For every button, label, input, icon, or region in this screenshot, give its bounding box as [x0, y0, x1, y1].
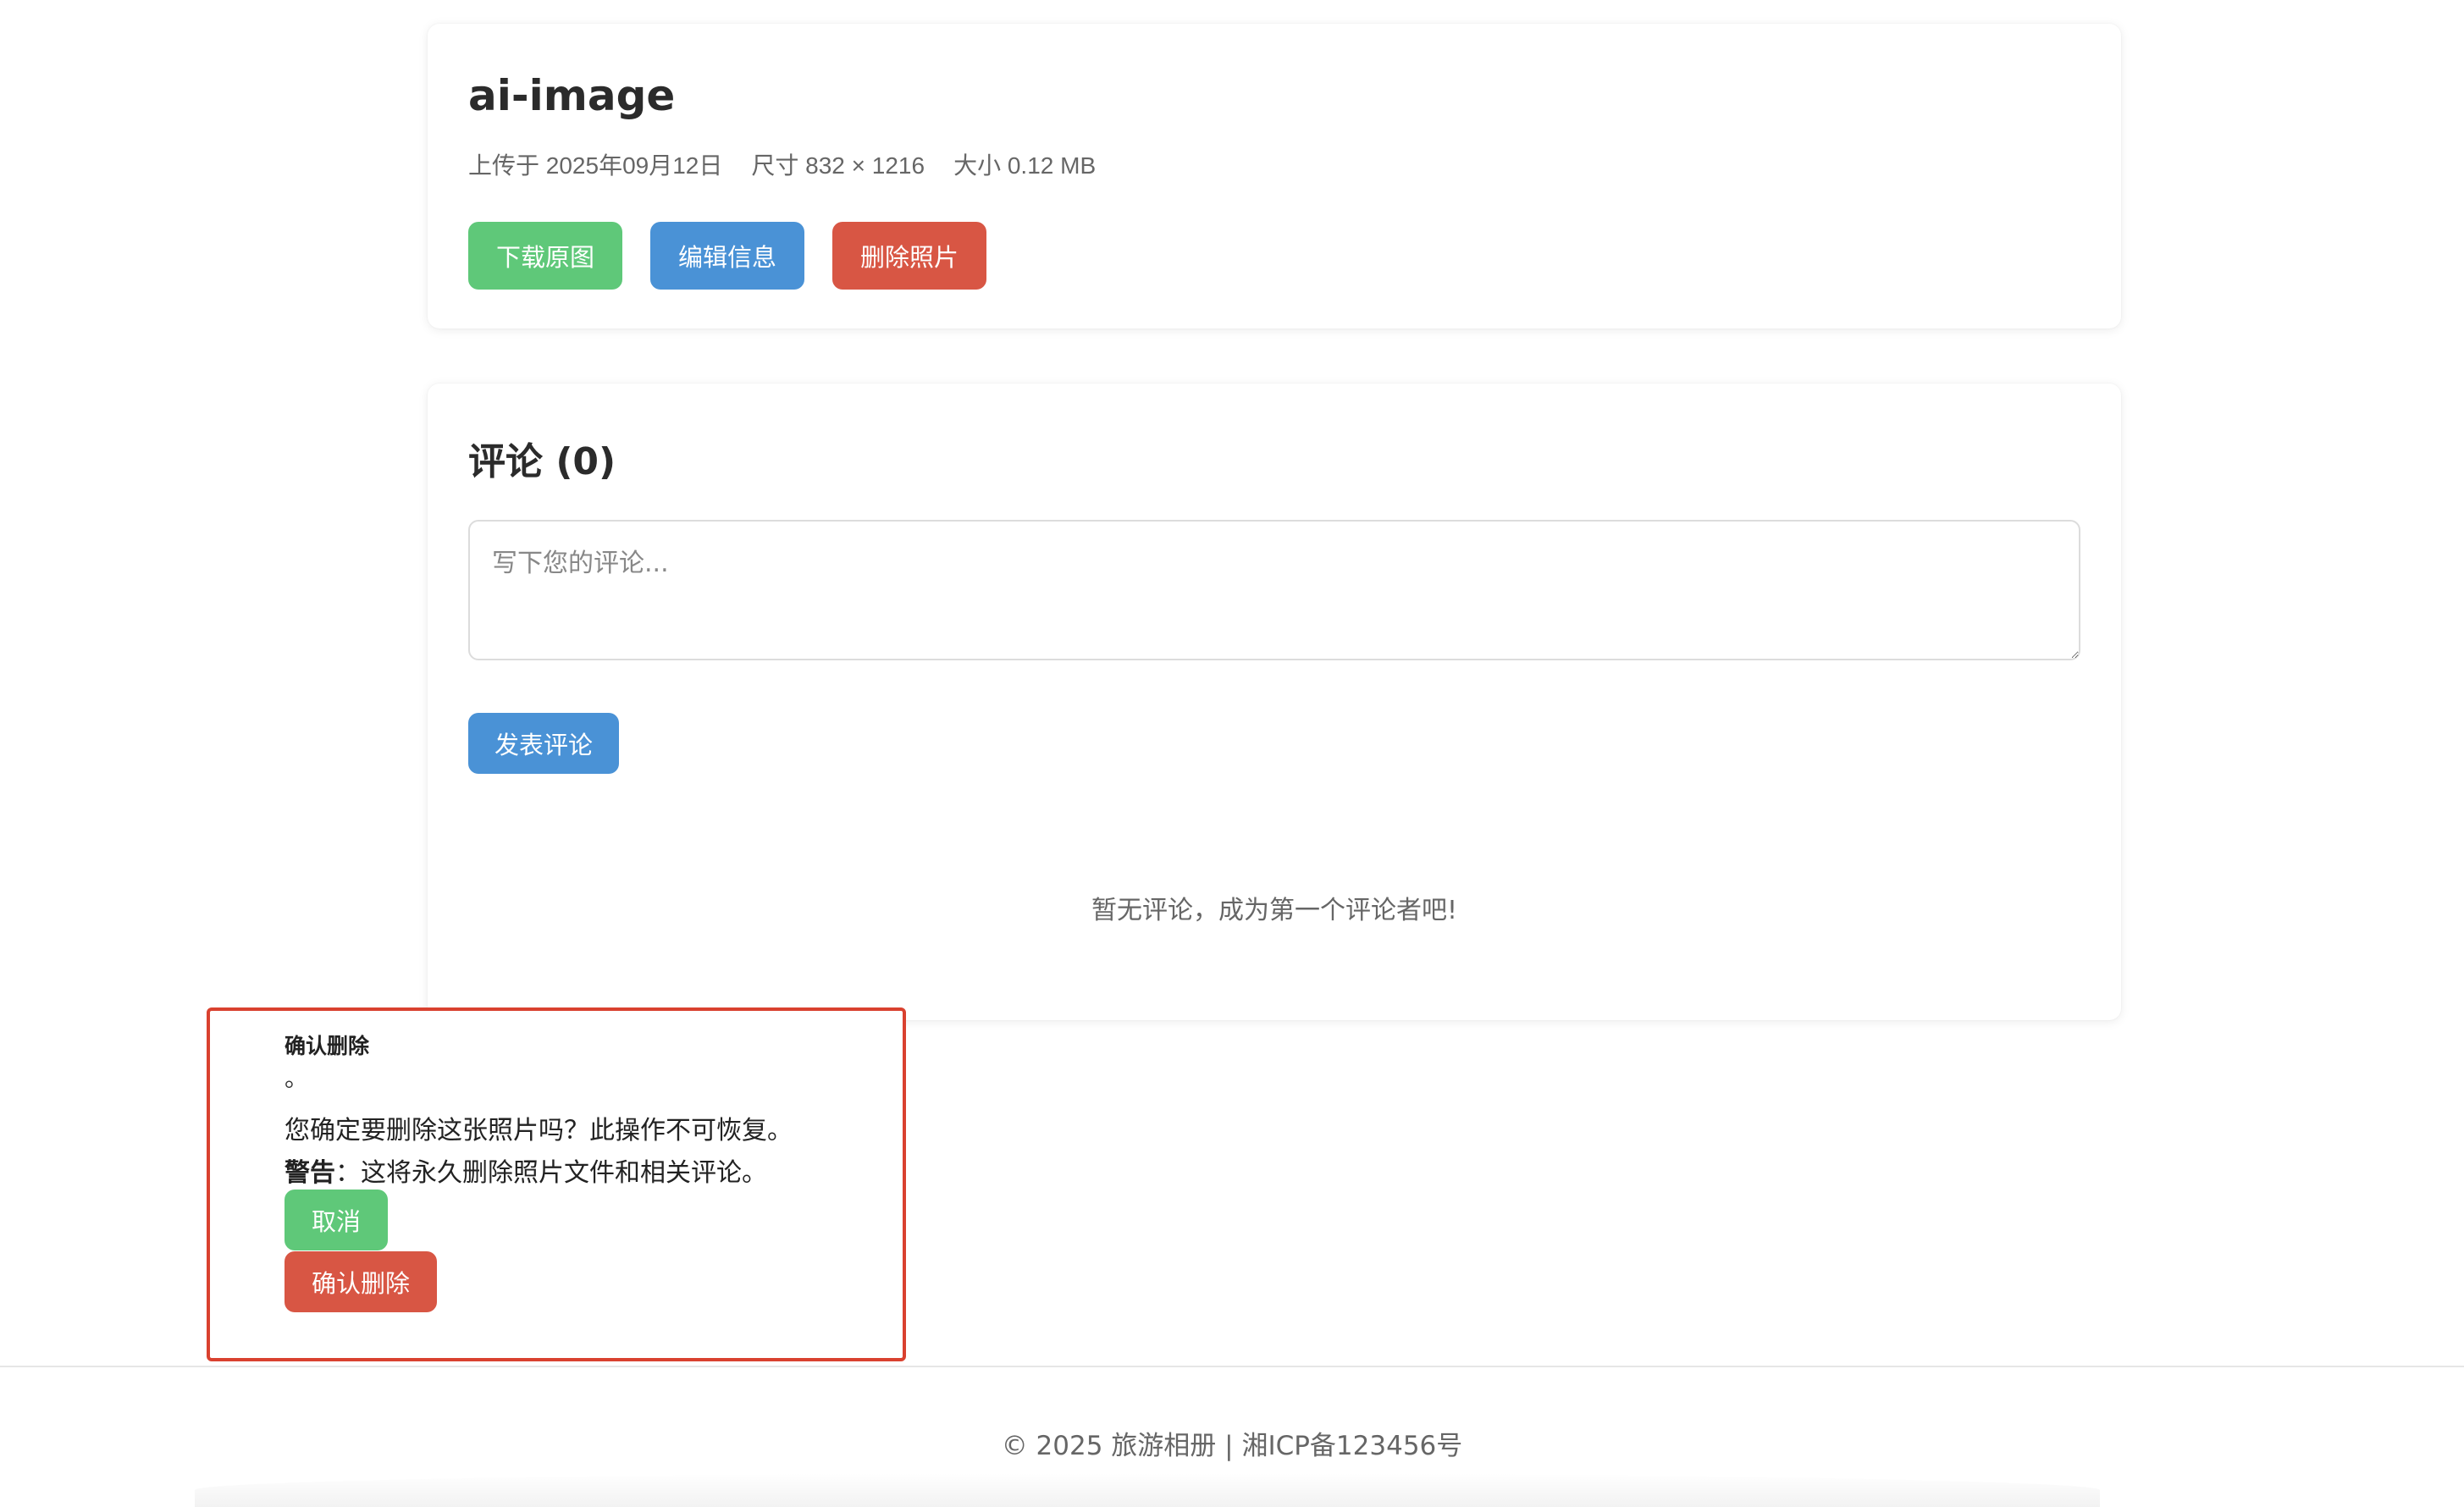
- warning-colon: ：: [335, 1158, 361, 1188]
- dialog-title: 确认删除: [285, 1034, 370, 1058]
- warning-label: 警告: [285, 1158, 335, 1188]
- upload-date: 上传于 2025年09月12日: [468, 152, 723, 179]
- comments-title: 评论 (0): [468, 440, 616, 483]
- photo-dimensions: 尺寸 832 × 1216: [751, 152, 925, 179]
- photo-title: ai-image: [468, 71, 676, 120]
- delete-photo-button[interactable]: 删除照片: [832, 222, 987, 290]
- comment-input[interactable]: [468, 520, 2080, 660]
- delete-confirm-dialog: 确认删除 。 您确定要删除这张照片吗？此操作不可恢复。 警告：这将永久删除照片文…: [207, 1007, 906, 1361]
- confirm-delete-button[interactable]: 确认删除: [285, 1251, 438, 1312]
- dialog-warning: 警告：这将永久删除照片文件和相关评论。: [285, 1151, 767, 1189]
- cancel-button[interactable]: 取消: [285, 1190, 389, 1250]
- photo-info-card: ai-image 上传于 2025年09月12日 尺寸 832 × 1216 大…: [428, 24, 2121, 328]
- photo-size: 大小 0.12 MB: [953, 152, 1097, 179]
- dialog-message: 您确定要删除这张照片吗？此操作不可恢复。: [285, 1116, 793, 1145]
- edit-info-button[interactable]: 编辑信息: [650, 222, 805, 290]
- no-comments-message: 暂无评论，成为第一个评论者吧!: [1091, 896, 1458, 925]
- footer-copyright: © 2025 旅游相册 | 湘ICP备123456号: [1001, 1431, 1463, 1461]
- photo-actions: 下载原图 编辑信息 删除照片: [468, 222, 987, 290]
- comments-card: 评论 (0) 发表评论 暂无评论，成为第一个评论者吧!: [428, 384, 2121, 1020]
- photo-meta: 上传于 2025年09月12日 尺寸 832 × 1216 大小 0.12 MB: [468, 147, 1096, 181]
- warning-text: 这将永久删除照片文件和相关评论。: [361, 1158, 767, 1188]
- post-comment-button[interactable]: 发表评论: [468, 713, 620, 774]
- footer-divider: [0, 1366, 2464, 1367]
- download-button[interactable]: 下载原图: [468, 222, 623, 290]
- footer-shadow: [195, 1473, 2100, 1507]
- dialog-stray-char: 。: [285, 1064, 309, 1092]
